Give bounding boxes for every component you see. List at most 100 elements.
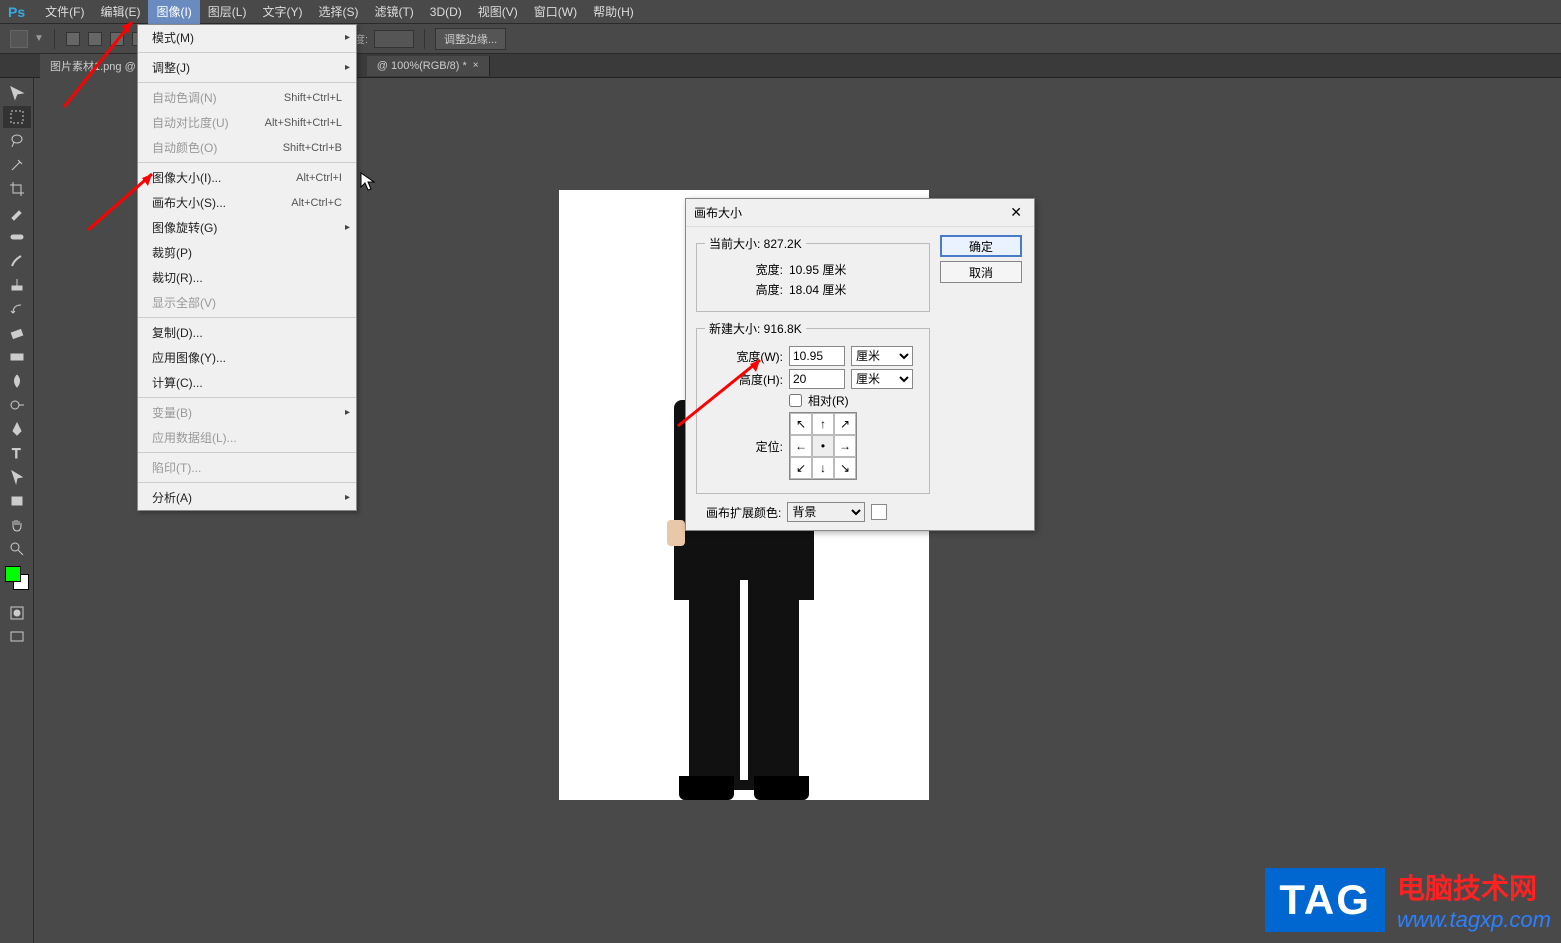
menubar: Ps 文件(F) 编辑(E) 图像(I) 图层(L) 文字(Y) 选择(S) 滤…	[0, 0, 1561, 24]
menu-item-label: 显示全部(V)	[152, 294, 216, 311]
healing-brush-tool-icon[interactable]	[3, 226, 31, 248]
tool-preset-arrow-icon[interactable]: ▼	[34, 33, 44, 44]
refine-edge-button[interactable]: 调整边缘...	[435, 28, 506, 50]
cur-width-value: 10.95 厘米	[789, 261, 846, 278]
canvas-size-dialog: 画布大小 ✕ 当前大小: 827.2K 宽度: 10.95 厘米 高度: 18.…	[685, 198, 1035, 531]
history-brush-tool-icon[interactable]	[3, 298, 31, 320]
menu-item[interactable]: 裁剪(P)	[138, 240, 356, 265]
menu-layer[interactable]: 图层(L)	[200, 0, 255, 24]
new-height-label: 高度(H):	[705, 371, 783, 388]
menu-item-label: 裁切(R)...	[152, 269, 203, 286]
menu-file[interactable]: 文件(F)	[37, 0, 92, 24]
document-tab[interactable]: @ 100%(RGB/8) * ×	[367, 56, 490, 76]
width-input[interactable]	[789, 346, 845, 366]
current-size-label: 当前大小: 827.2K	[705, 235, 806, 252]
height-unit-select[interactable]: 厘米	[851, 369, 913, 389]
menu-image[interactable]: 图像(I)	[148, 0, 199, 24]
anchor-cell[interactable]: ↙	[790, 457, 812, 479]
menu-3d[interactable]: 3D(D)	[422, 1, 470, 23]
marquee-tool-icon[interactable]	[10, 30, 28, 48]
extension-color-select[interactable]: 背景	[787, 502, 865, 522]
close-tab-icon[interactable]: ×	[473, 60, 479, 71]
menu-item[interactable]: 画布大小(S)...Alt+Ctrl+C	[138, 190, 356, 215]
height-input[interactable]	[789, 369, 845, 389]
menu-item[interactable]: 应用图像(Y)...	[138, 345, 356, 370]
ok-button[interactable]: 确定	[940, 235, 1022, 257]
menu-item-label: 图像大小(I)...	[152, 169, 221, 186]
menu-item[interactable]: 图像旋转(G)	[138, 215, 356, 240]
lasso-tool-icon[interactable]	[3, 130, 31, 152]
rectangle-tool-icon[interactable]	[3, 490, 31, 512]
anchor-cell[interactable]: ←	[790, 435, 812, 457]
close-icon[interactable]: ✕	[1006, 204, 1026, 221]
blur-tool-icon[interactable]	[3, 370, 31, 392]
anchor-cell[interactable]: →	[834, 435, 856, 457]
document-tab[interactable]: 图片素材1.png @	[40, 54, 147, 78]
extension-color-swatch[interactable]	[871, 504, 887, 520]
menu-item[interactable]: 图像大小(I)...Alt+Ctrl+I	[138, 165, 356, 190]
menu-item: 自动色调(N)Shift+Ctrl+L	[138, 85, 356, 110]
anchor-cell[interactable]: ↖	[790, 413, 812, 435]
marquee-tool-icon[interactable]	[3, 106, 31, 128]
color-swatches[interactable]	[5, 566, 29, 590]
menu-item-label: 裁剪(P)	[152, 244, 192, 261]
anchor-cell[interactable]: ↗	[834, 413, 856, 435]
anchor-cell[interactable]: •	[812, 435, 834, 457]
height-input[interactable]	[374, 30, 414, 48]
canvas-extension-label: 画布扩展颜色:	[706, 504, 781, 521]
menu-type[interactable]: 文字(Y)	[254, 0, 310, 24]
gradient-tool-icon[interactable]	[3, 346, 31, 368]
menu-item[interactable]: 分析(A)	[138, 485, 356, 510]
menu-item-label: 应用数据组(L)...	[152, 429, 237, 446]
width-unit-select[interactable]: 厘米	[851, 346, 913, 366]
cancel-button[interactable]: 取消	[940, 261, 1022, 283]
eraser-tool-icon[interactable]	[3, 322, 31, 344]
type-tool-icon[interactable]: T	[3, 442, 31, 464]
zoom-tool-icon[interactable]	[3, 538, 31, 560]
menu-item-label: 变量(B)	[152, 404, 192, 421]
anchor-cell[interactable]: ↘	[834, 457, 856, 479]
eyedropper-tool-icon[interactable]	[3, 202, 31, 224]
menu-item[interactable]: 裁切(R)...	[138, 265, 356, 290]
path-selection-tool-icon[interactable]	[3, 466, 31, 488]
quickmask-icon[interactable]	[3, 602, 31, 624]
move-tool-icon[interactable]	[3, 82, 31, 104]
current-size-group: 当前大小: 827.2K 宽度: 10.95 厘米 高度: 18.04 厘米	[696, 235, 930, 312]
screenmode-icon[interactable]	[3, 626, 31, 648]
hand-tool-icon[interactable]	[3, 514, 31, 536]
anchor-cell[interactable]: ↓	[812, 457, 834, 479]
anchor-grid[interactable]: ↖↑↗ ←•→ ↙↓↘	[789, 412, 857, 480]
relative-label: 相对(R)	[808, 392, 849, 409]
magic-wand-tool-icon[interactable]	[3, 154, 31, 176]
menu-item: 变量(B)	[138, 400, 356, 425]
crop-tool-icon[interactable]	[3, 178, 31, 200]
relative-checkbox[interactable]	[789, 394, 802, 407]
tab-label: @ 100%(RGB/8) *	[377, 60, 467, 72]
anchor-label: 定位:	[705, 438, 783, 455]
menu-item[interactable]: 调整(J)	[138, 55, 356, 80]
foreground-swatch[interactable]	[5, 566, 21, 582]
menu-edit[interactable]: 编辑(E)	[92, 0, 148, 24]
new-selection-icon[interactable]	[66, 32, 80, 46]
menu-item[interactable]: 复制(D)...	[138, 320, 356, 345]
menu-window[interactable]: 窗口(W)	[526, 0, 585, 24]
dialog-titlebar[interactable]: 画布大小 ✕	[686, 199, 1034, 227]
dodge-tool-icon[interactable]	[3, 394, 31, 416]
toolbox: T	[0, 78, 34, 943]
watermark: TAG 电脑技术网 www.tagxp.com	[1265, 867, 1551, 933]
anchor-cell[interactable]: ↑	[812, 413, 834, 435]
dialog-title: 画布大小	[694, 204, 742, 221]
subtract-selection-icon[interactable]	[110, 32, 124, 46]
menu-filter[interactable]: 滤镜(T)	[366, 0, 421, 24]
clone-stamp-tool-icon[interactable]	[3, 274, 31, 296]
brush-tool-icon[interactable]	[3, 250, 31, 272]
add-selection-icon[interactable]	[88, 32, 102, 46]
menu-select[interactable]: 选择(S)	[310, 0, 366, 24]
cur-width-label: 宽度:	[705, 261, 783, 278]
menu-help[interactable]: 帮助(H)	[585, 0, 642, 24]
menu-view[interactable]: 视图(V)	[470, 0, 526, 24]
menu-item[interactable]: 模式(M)	[138, 25, 356, 50]
menu-item: 自动对比度(U)Alt+Shift+Ctrl+L	[138, 110, 356, 135]
pen-tool-icon[interactable]	[3, 418, 31, 440]
menu-item[interactable]: 计算(C)...	[138, 370, 356, 395]
